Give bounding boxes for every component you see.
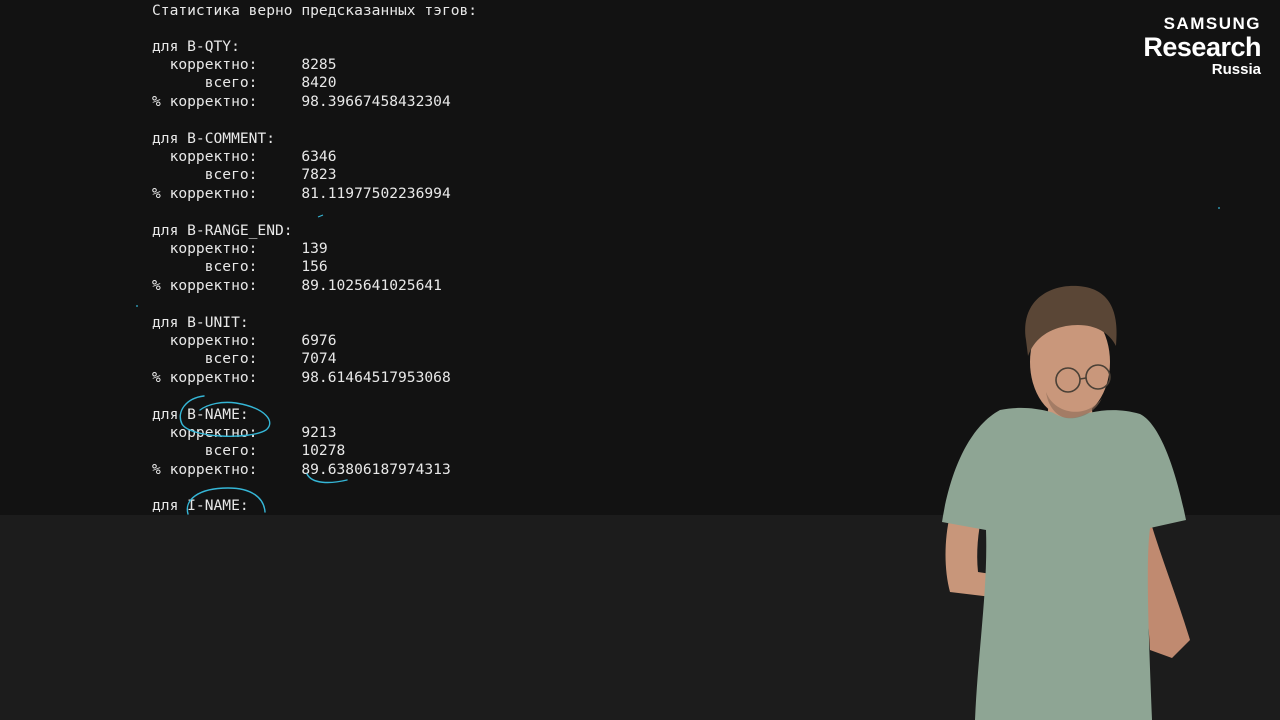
console-line-total: всего: 8420 xyxy=(152,74,337,91)
terminal-output: Статистика верно предсказанных тэгов: дл… xyxy=(152,0,852,515)
samsung-research-logo: SAMSUNG Research Russia xyxy=(1101,14,1261,78)
console-line-tag: для B-QTY: xyxy=(152,38,240,55)
console-line-correct: корректно: 139 xyxy=(152,240,328,257)
lower-background xyxy=(0,515,1280,720)
logo-product: Research xyxy=(1143,32,1261,62)
console-line-percent: % корректно: 98.61464517953068 xyxy=(152,369,451,386)
logo-brand: SAMSUNG xyxy=(1163,14,1261,33)
console-line-tag: для B-COMMENT: xyxy=(152,130,276,147)
console-line-tag: для B-RANGE_END: xyxy=(152,222,293,239)
console-line-total: всего: 10278 xyxy=(152,442,346,459)
console-line-total: всего: 156 xyxy=(152,258,328,275)
console-line-percent: % корректно: 89.63806187974313 xyxy=(152,461,451,478)
console-line-tag: для I-NAME: xyxy=(152,497,249,514)
console-line-correct: корректно: 8285 xyxy=(152,56,337,73)
console-line-percent: % корректно: 81.11977502236994 xyxy=(152,185,451,202)
console-line-percent: % корректно: 98.39667458432304 xyxy=(152,93,451,110)
console-line-percent: % корректно: 89.1025641025641 xyxy=(152,277,442,294)
console-line-total: всего: 7074 xyxy=(152,350,337,367)
console-line-correct: корректно: 6976 xyxy=(152,332,337,349)
console-line-correct: корректно: 6346 xyxy=(152,148,337,165)
console-line-header: Статистика верно предсказанных тэгов: xyxy=(152,2,478,19)
logo-region: Russia xyxy=(1211,61,1261,78)
console-line-tag: для B-NAME: xyxy=(152,406,249,423)
console-line-total: всего: 7823 xyxy=(152,166,337,183)
console-line-correct: корректно: 9213 xyxy=(152,424,337,441)
console-line-tag: для B-UNIT: xyxy=(152,314,249,331)
